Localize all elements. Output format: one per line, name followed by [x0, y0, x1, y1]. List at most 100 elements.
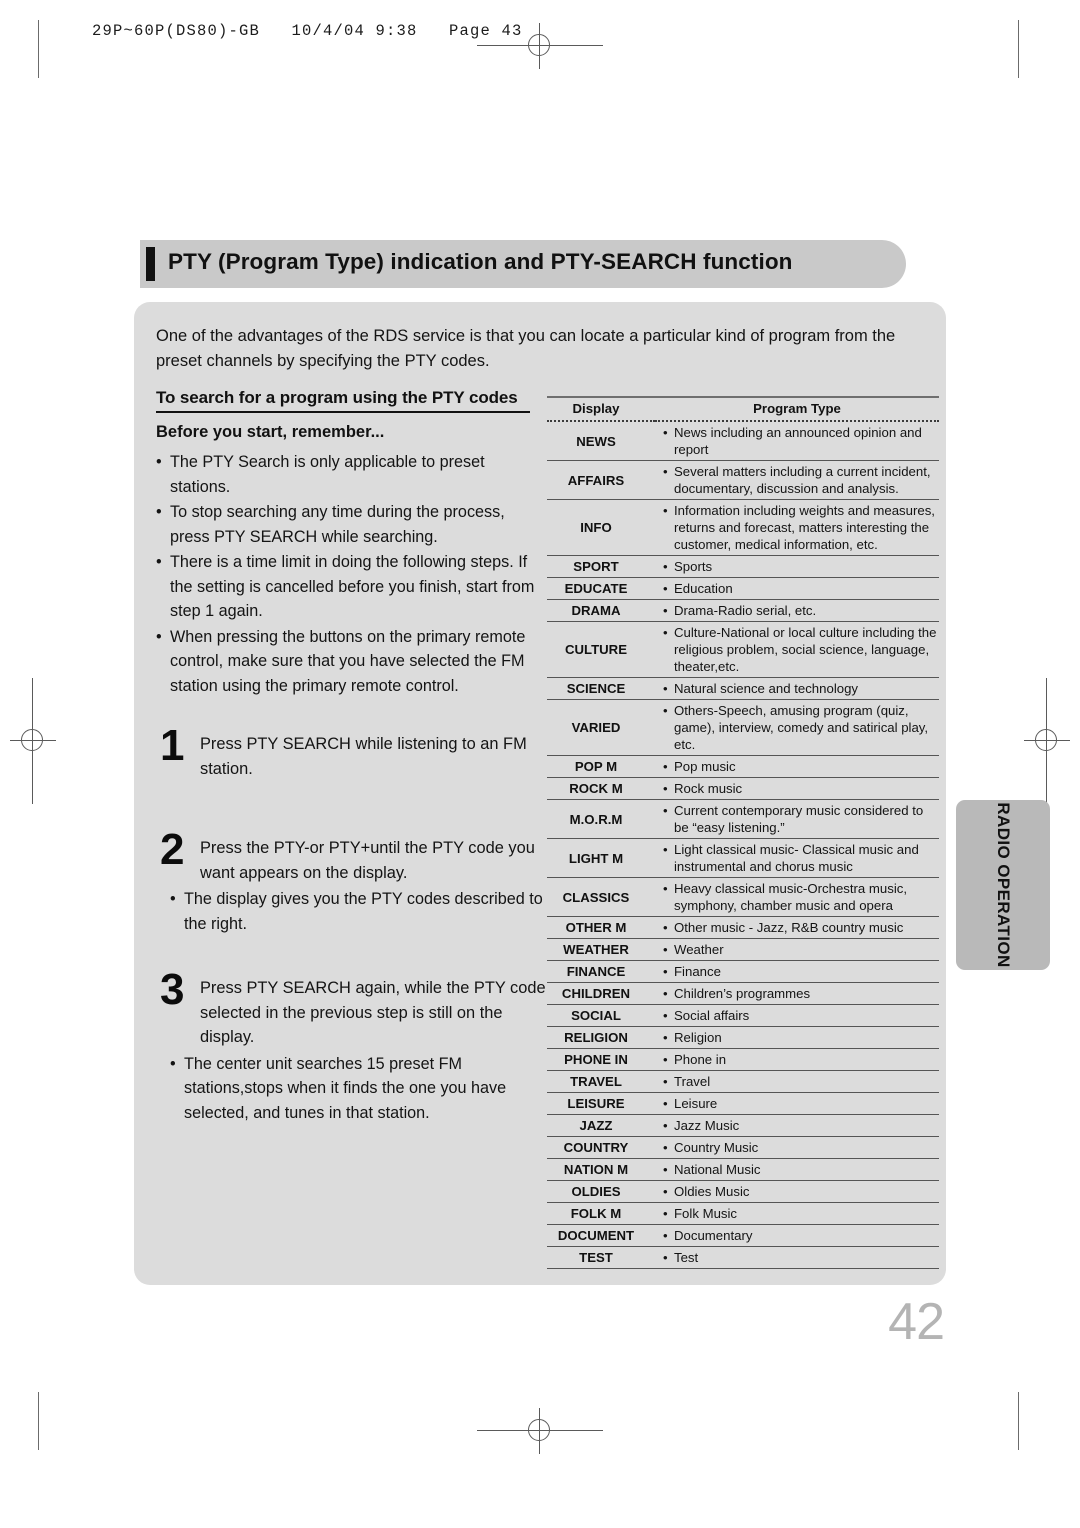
- cell-display: SCIENCE: [547, 677, 655, 700]
- table-row: CLASSICSHeavy classical music-Orchestra …: [547, 877, 939, 917]
- section-thumb-tab-label: RADIO OPERATION: [994, 802, 1013, 968]
- cell-program-type: Other music - Jazz, R&B country music: [655, 916, 939, 939]
- column-header-program-type: Program Type: [655, 396, 939, 422]
- table-row: OLDIES Oldies Music: [547, 1180, 939, 1203]
- intro-paragraph: One of the advantages of the RDS service…: [156, 327, 896, 370]
- cell-program-type: Jazz Music: [655, 1114, 939, 1137]
- cell-program-type: Phone in: [655, 1048, 939, 1071]
- table-row: RELIGION Religion: [547, 1026, 939, 1049]
- list-item: When pressing the buttons on the primary…: [156, 625, 546, 699]
- cell-display: DRAMA: [547, 599, 655, 622]
- cell-display: RELIGION: [547, 1026, 655, 1049]
- table-row: CHILDREN Children’s programmes: [547, 982, 939, 1005]
- table-row: NATION M National Music: [547, 1158, 939, 1181]
- cell-program-type-text: Light classical music- Classical music a…: [663, 841, 939, 875]
- cell-program-type-text: Phone in: [663, 1051, 939, 1068]
- table-row: WEATHER Weather: [547, 938, 939, 961]
- step-number: 2: [160, 825, 185, 874]
- cell-program-type-text: Social affairs: [663, 1007, 939, 1024]
- cell-program-type: News including an announced opinion and …: [655, 421, 939, 461]
- cell-program-type: Children’s programmes: [655, 982, 939, 1005]
- table-row: LEISURE Leisure: [547, 1092, 939, 1115]
- cell-display: OLDIES: [547, 1180, 655, 1203]
- table-body: NEWSNews including an announced opinion …: [547, 421, 939, 1269]
- table-row: COUNTRY Country Music: [547, 1136, 939, 1159]
- list-item: To stop searching any time during the pr…: [156, 500, 546, 549]
- cell-program-type: Natural science and technology: [655, 677, 939, 700]
- cell-program-type-text: Rock music: [663, 780, 939, 797]
- cell-program-type: Information including weights and measur…: [655, 499, 939, 556]
- table-row: VARIEDOthers-Speech, amusing program (qu…: [547, 699, 939, 756]
- table-header-row: Display Program Type: [547, 396, 939, 422]
- cell-program-type-text: Leisure: [663, 1095, 939, 1112]
- cell-program-type: Education: [655, 577, 939, 600]
- cell-display: FINANCE: [547, 960, 655, 983]
- cell-program-type-text: Oldies Music: [663, 1183, 939, 1200]
- cell-program-type: Several matters including a current inci…: [655, 460, 939, 500]
- cell-display: OTHER M: [547, 916, 655, 939]
- table-row: DRAMA Drama-Radio serial, etc.: [547, 599, 939, 622]
- cell-program-type: Leisure: [655, 1092, 939, 1115]
- cell-program-type-text: Education: [663, 580, 939, 597]
- cell-display: WEATHER: [547, 938, 655, 961]
- step-2: 2 Press the PTY-or PTY+until the PTY cod…: [156, 828, 546, 936]
- cell-program-type: Travel: [655, 1070, 939, 1093]
- step-text: Press PTY SEARCH again, while the PTY co…: [200, 979, 546, 1046]
- table-row: PHONE IN Phone in: [547, 1048, 939, 1071]
- cell-program-type-text: Heavy classical music-Orchestra music, s…: [663, 880, 939, 914]
- table-row: SCIENCE Natural science and technology: [547, 677, 939, 700]
- pty-code-table: Display Program Type NEWSNews including …: [547, 396, 939, 1269]
- cell-program-type-text: Finance: [663, 963, 939, 980]
- cell-program-type: Religion: [655, 1026, 939, 1049]
- cell-program-type-text: Jazz Music: [663, 1117, 939, 1134]
- table-row: TEST Test: [547, 1246, 939, 1269]
- table-row: LIGHT MLight classical music- Classical …: [547, 838, 939, 878]
- manual-page: PTY (Program Type) indication and PTY-SE…: [0, 0, 1080, 1528]
- cell-program-type: Test: [655, 1246, 939, 1269]
- cell-program-type: Oldies Music: [655, 1180, 939, 1203]
- steps-list: 1 Press PTY SEARCH while listening to an…: [156, 724, 546, 1125]
- cell-program-type-text: Information including weights and measur…: [663, 502, 939, 553]
- step-3: 3 Press PTY SEARCH again, while the PTY …: [156, 968, 546, 1125]
- cell-program-type: Social affairs: [655, 1004, 939, 1027]
- step-text: Press PTY SEARCH while listening to an F…: [200, 735, 527, 778]
- table-head: Display Program Type: [547, 396, 939, 422]
- title-accent-bar: [146, 247, 155, 281]
- cell-program-type-text: National Music: [663, 1161, 939, 1178]
- step-number: 1: [160, 721, 185, 770]
- table-row: JAZZ Jazz Music: [547, 1114, 939, 1137]
- instructions-column: To search for a program using the PTY co…: [156, 388, 546, 1151]
- step-notes: The display gives you the PTY codes desc…: [156, 887, 546, 936]
- page-title: PTY (Program Type) indication and PTY-SE…: [168, 249, 793, 274]
- cell-display: VARIED: [547, 699, 655, 756]
- cell-program-type-text: Other music - Jazz, R&B country music: [663, 919, 939, 936]
- page-title-banner: PTY (Program Type) indication and PTY-SE…: [140, 240, 906, 288]
- cell-program-type-text: Children’s programmes: [663, 985, 939, 1002]
- cell-program-type-text: Folk Music: [663, 1205, 939, 1222]
- cell-display: FOLK M: [547, 1202, 655, 1225]
- cell-program-type-text: Sports: [663, 558, 939, 575]
- cell-display: LEISURE: [547, 1092, 655, 1115]
- section-thumb-tab: RADIO OPERATION: [956, 800, 1050, 970]
- table-row: FINANCE Finance: [547, 960, 939, 983]
- cell-program-type: Weather: [655, 938, 939, 961]
- cell-program-type: Light classical music- Classical music a…: [655, 838, 939, 878]
- cell-program-type-text: Religion: [663, 1029, 939, 1046]
- table-row: SOCIAL Social affairs: [547, 1004, 939, 1027]
- cell-program-type: Documentary: [655, 1224, 939, 1247]
- table-row: NEWSNews including an announced opinion …: [547, 421, 939, 461]
- table-row: INFOInformation including weights and me…: [547, 499, 939, 556]
- cell-display: NEWS: [547, 421, 655, 461]
- cell-display: CULTURE: [547, 621, 655, 678]
- table-row: FOLK M Folk Music: [547, 1202, 939, 1225]
- cell-program-type-text: Natural science and technology: [663, 680, 939, 697]
- cell-display: M.O.R.M: [547, 799, 655, 839]
- column-header-display: Display: [547, 396, 655, 422]
- list-item: The PTY Search is only applicable to pre…: [156, 450, 546, 499]
- page-number: 42: [888, 1293, 945, 1351]
- cell-program-type-text: Weather: [663, 941, 939, 958]
- cell-program-type-text: Drama-Radio serial, etc.: [663, 602, 939, 619]
- cell-program-type-text: Culture-National or local culture includ…: [663, 624, 939, 675]
- before-you-start-heading: Before you start, remember...: [156, 423, 385, 441]
- cell-program-type-text: Others-Speech, amusing program (quiz, ga…: [663, 702, 939, 753]
